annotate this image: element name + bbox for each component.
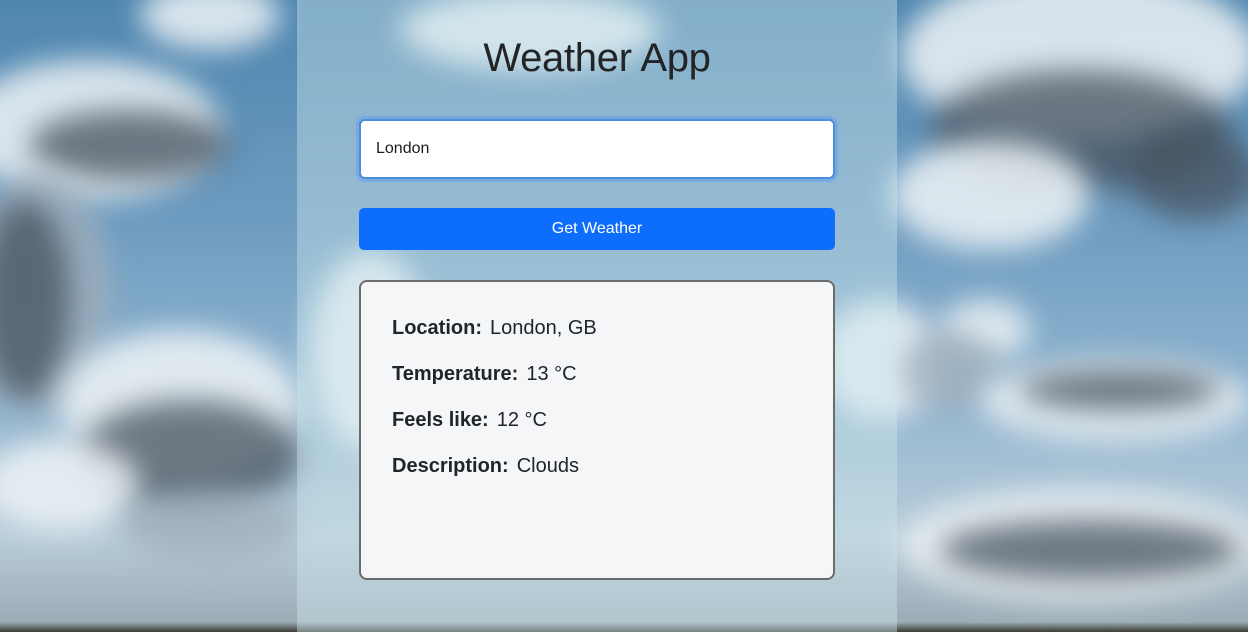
location-value: London, GB: [490, 317, 597, 339]
weather-result-card: Location: London, GB Temperature: 13 °C Fe…: [359, 280, 835, 580]
feels-like-row: Feels like: 12 °C: [392, 408, 833, 454]
location-row: Location: London, GB: [392, 316, 833, 362]
feels-like-label: Feels like:: [392, 409, 489, 431]
description-value: Clouds: [516, 455, 579, 477]
temperature-value: 13 °C: [526, 363, 577, 385]
description-label: Description:: [392, 455, 509, 477]
temperature-row: Temperature: 13 °C: [392, 362, 833, 408]
temperature-label: Temperature:: [392, 363, 519, 385]
page-title: Weather App: [483, 36, 711, 80]
location-label: Location:: [392, 317, 482, 339]
get-weather-button[interactable]: Get Weather: [359, 208, 835, 250]
feels-like-value: 12 °C: [496, 409, 547, 431]
description-row: Description: Clouds: [392, 454, 833, 500]
city-search-input[interactable]: [359, 119, 835, 179]
